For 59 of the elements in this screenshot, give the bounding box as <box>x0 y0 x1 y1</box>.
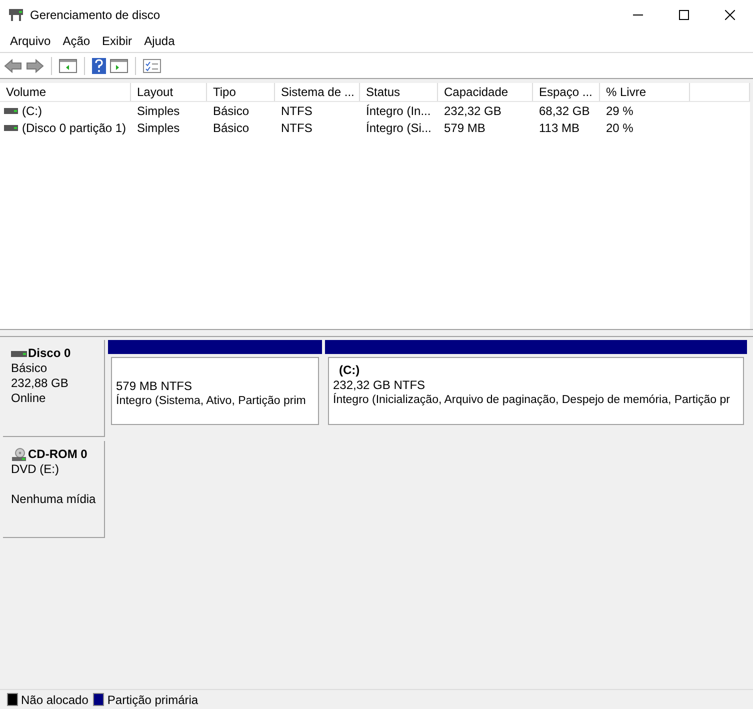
column-header[interactable]: Tipo <box>207 83 275 101</box>
disk-detail: Básico <box>11 361 48 376</box>
table-cell-text: (Disco 0 partição 1) <box>22 120 126 136</box>
legend-label: Não alocado <box>21 692 88 708</box>
checklist-icon[interactable] <box>143 58 161 72</box>
table-cell-text: 113 MB <box>539 120 580 136</box>
disk-drive-icon <box>8 8 24 22</box>
table-cell-text: 232,32 GB <box>444 102 502 120</box>
disk-detail: 232,88 GB <box>11 376 70 391</box>
table-cell-text: 579 MB <box>444 120 486 136</box>
column-header[interactable]: Sistema de ... <box>275 83 360 101</box>
table-cell-text: NTFS <box>281 102 312 120</box>
back-arrow-icon[interactable] <box>4 58 22 74</box>
maximize-icon <box>679 10 689 20</box>
column-header[interactable]: Espaço ... <box>533 83 600 101</box>
column-header[interactable]: % Livre <box>600 83 690 101</box>
table-cell-text: Simples <box>137 120 180 136</box>
disk-name: CD-ROM 0 <box>28 447 88 462</box>
drive-icon <box>4 124 18 130</box>
menu-item[interactable]: Ajuda <box>138 32 181 50</box>
column-header[interactable]: Status <box>360 83 438 101</box>
column-header[interactable]: Capacidade <box>438 83 533 101</box>
cd-drive-icon <box>11 448 27 462</box>
column-header[interactable]: Layout <box>131 83 207 101</box>
disk-name: Disco 0 <box>28 346 71 361</box>
window-title: Gerenciamento de disco <box>30 7 160 24</box>
table-cell-text: Simples <box>137 102 180 120</box>
partition-status: Íntegro (Inicialização, Arquivo de paginação, Despejo de memória, Partição pr <box>333 393 730 408</box>
menu-item[interactable]: Arquivo <box>4 32 57 50</box>
media-status: Nenhuma mídia <box>11 492 97 507</box>
drive-icon <box>11 350 27 356</box>
disk-info-panel[interactable]: Disco 0 Básico 232,88 GB Online <box>3 340 105 437</box>
table-cell-text: (C:) <box>22 102 42 120</box>
table-cell-text: Íntegro (Si... <box>366 120 432 136</box>
table-cell-text: Básico <box>213 102 250 120</box>
table-cell-text: Básico <box>213 120 250 136</box>
table-cell-text: 29 % <box>606 102 634 120</box>
partition-size: 232,32 GB NTFS <box>333 378 426 393</box>
table-cell-text: NTFS <box>281 120 312 136</box>
forward-arrow-icon[interactable] <box>26 58 44 74</box>
table-cell-text: Íntegro (In... <box>366 102 431 120</box>
panel-icon[interactable] <box>59 58 77 72</box>
disk-detail: Online <box>11 391 47 406</box>
menu-item[interactable]: Exibir <box>96 32 138 50</box>
close-icon <box>725 10 735 20</box>
legend-label: Partição primária <box>107 692 198 708</box>
panel-icon[interactable] <box>110 58 128 72</box>
table-cell-text: 68,32 GB <box>539 102 590 120</box>
disk-detail: DVD (E:) <box>11 462 60 477</box>
column-header[interactable]: Volume <box>0 83 131 101</box>
partition-size: 579 MB NTFS <box>116 378 192 394</box>
partition-label: (C:) <box>339 363 360 378</box>
help-icon[interactable] <box>92 58 106 74</box>
splitter-bar[interactable] <box>0 329 753 337</box>
menu-item[interactable]: Ação <box>56 32 96 50</box>
table-cell-text: 20 % <box>606 120 634 136</box>
disk-info-panel[interactable]: CD-ROM 0 DVD (E:) Nenhuma mídia <box>3 441 105 538</box>
partition-status: Íntegro (Sistema, Ativo, Partição prim <box>116 394 306 408</box>
drive-icon <box>4 108 18 114</box>
